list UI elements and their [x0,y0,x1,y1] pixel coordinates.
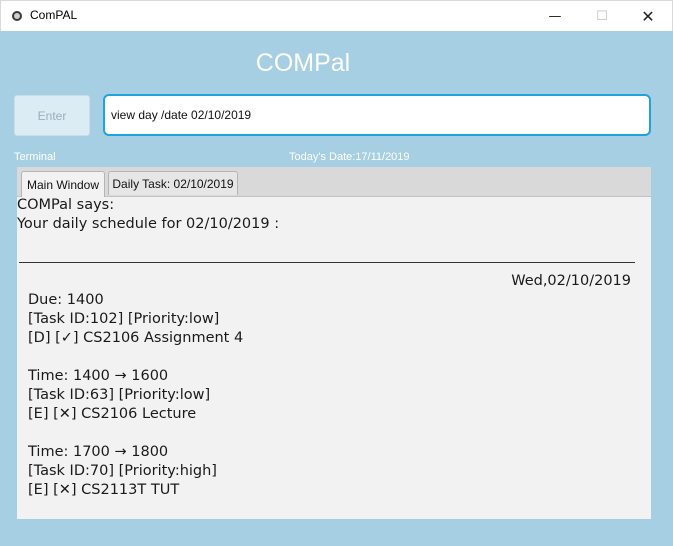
enter-button[interactable]: Enter [14,95,90,136]
maximize-button[interactable]: ☐ [579,1,625,31]
task-line: Due: 1400 [28,292,104,308]
output-says: COMPal says: [17,197,115,213]
tab-daily-task[interactable]: Daily Task: 02/10/2019 [108,171,238,195]
close-button[interactable]: ✕ [625,1,671,31]
task-line: [E] [✕] CS2113T TUT [28,482,180,498]
task-line: [Task ID:70] [Priority:high] [28,463,217,479]
tab-main-window[interactable]: Main Window [21,171,105,197]
terminal-label: Terminal [14,151,56,163]
task-line: Time: 1700 → 1800 [28,444,169,460]
minimize-button[interactable]: — [532,1,578,31]
app-logo-icon [12,11,22,21]
app-heading: COMPal [255,49,351,77]
output-area: COMPal says: Your daily schedule for 02/… [17,196,651,519]
task-line: [Task ID:63] [Priority:low] [28,387,211,403]
tab-pane: Main Window Daily Task: 02/10/2019 COMPa… [17,167,651,519]
tab-header: Main Window Daily Task: 02/10/2019 [17,167,651,197]
todays-date-label: Today's Date:17/11/2019 [289,151,410,163]
separator-line [19,262,635,264]
title-bar: ComPAL — ☐ ✕ [0,0,673,31]
task-line: [D] [✓] CS2106 Assignment 4 [28,330,244,346]
output-day-label: Wed,02/10/2019 [511,273,631,289]
command-input[interactable] [103,94,651,136]
minimize-icon: — [548,8,562,24]
task-line: [Task ID:102] [Priority:low] [28,311,220,327]
task-line: [E] [✕] CS2106 Lecture [28,406,197,422]
maximize-icon: ☐ [596,8,608,24]
output-schedule-header: Your daily schedule for 02/10/2019 : [17,216,280,232]
task-line: Time: 1400 → 1600 [28,368,169,384]
close-icon: ✕ [641,6,655,26]
window-title: ComPAL [30,8,78,22]
